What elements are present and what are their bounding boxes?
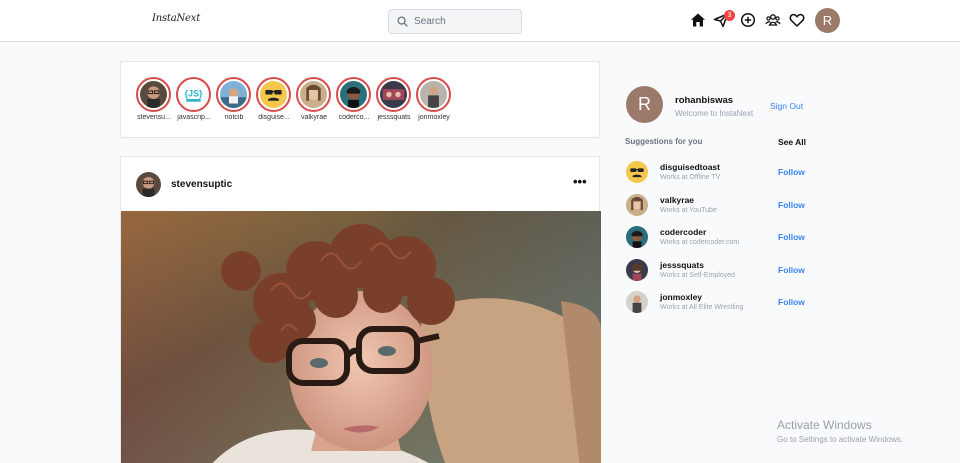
search-icon	[397, 16, 408, 27]
suggestion-username[interactable]: codercoder	[660, 227, 706, 237]
welcome-text: Welcome to InstaNext	[675, 109, 754, 118]
suggestion-workplace: Works at YouTube	[660, 207, 717, 214]
suggestion-username[interactable]: valkyrae	[660, 195, 694, 205]
story-avatar	[420, 81, 447, 108]
suggestion-item: valkyrae Works at YouTube Follow	[626, 194, 806, 218]
activate-windows-title: Activate Windows	[777, 418, 872, 432]
story-item[interactable]: {JS} javascrip...	[176, 77, 214, 121]
story-username: stevensu...	[137, 114, 171, 121]
app-logo[interactable]: InstaNext	[152, 13, 200, 24]
story-username: valkyrae	[300, 114, 328, 121]
plus-circle-icon[interactable]	[740, 12, 756, 28]
user-group-icon[interactable]	[765, 12, 781, 28]
story-avatar	[260, 81, 287, 108]
story-item[interactable]: notcib	[216, 77, 254, 121]
suggestion-item: jesssquats Works at Self-Employed Follow	[626, 259, 806, 283]
story-avatar	[380, 81, 407, 108]
story-avatar: {JS}	[180, 81, 207, 108]
sign-out-button[interactable]: Sign Out	[770, 101, 803, 111]
suggestion-avatar[interactable]	[626, 226, 648, 248]
story-username: jesssquats	[377, 114, 411, 121]
more-options-icon[interactable]: •••	[573, 174, 587, 189]
story-item[interactable]: disguise...	[256, 77, 294, 121]
story-item[interactable]: jonmoxley	[416, 77, 454, 121]
search-box[interactable]	[388, 9, 522, 34]
current-user-avatar[interactable]: R	[626, 86, 663, 123]
story-item[interactable]: coderco...	[336, 77, 374, 121]
profile-avatar[interactable]: R	[815, 8, 840, 33]
story-username: jonmoxley	[418, 114, 450, 121]
suggestion-workplace: Works at Self-Employed	[660, 272, 735, 279]
suggestion-workplace: Works at Offline TV	[660, 174, 721, 181]
activate-windows-subtitle: Go to Settings to activate Windows.	[777, 435, 904, 444]
heart-icon[interactable]	[789, 12, 805, 28]
current-user-username[interactable]: rohanbiswas	[675, 95, 733, 106]
suggestion-avatar[interactable]	[626, 291, 648, 313]
follow-button[interactable]: Follow	[778, 265, 805, 275]
story-item[interactable]: jesssquats	[376, 77, 414, 121]
post-image[interactable]	[121, 211, 601, 463]
follow-button[interactable]: Follow	[778, 200, 805, 210]
story-avatar	[300, 81, 327, 108]
see-all-link[interactable]: See All	[778, 137, 806, 147]
search-input[interactable]	[414, 13, 514, 30]
suggestion-avatar[interactable]	[626, 161, 648, 183]
svg-text:{JS}: {JS}	[184, 88, 203, 98]
story-item[interactable]: stevensu...	[136, 77, 174, 121]
story-username: coderco...	[338, 114, 370, 121]
suggestion-item: codercoder Works at codercoder.com Follo…	[626, 226, 806, 250]
post-author-avatar[interactable]	[136, 172, 161, 197]
feed-post: stevensuptic •••	[120, 156, 601, 463]
story-username: javascrip...	[177, 114, 211, 121]
story-avatar	[220, 81, 247, 108]
story-avatar	[340, 81, 367, 108]
home-icon[interactable]	[690, 12, 706, 28]
suggestion-item: disguisedtoast Works at Offline TV Follo…	[626, 161, 806, 185]
suggestion-workplace: Works at codercoder.com	[660, 239, 740, 246]
suggestion-username[interactable]: jonmoxley	[660, 292, 702, 302]
story-username: notcib	[224, 114, 244, 121]
stories-bar: stevensu... {JS} javascrip... notcib dis…	[120, 61, 600, 138]
suggestion-avatar[interactable]	[626, 194, 648, 216]
suggestion-username[interactable]: jesssquats	[660, 260, 704, 270]
follow-button[interactable]: Follow	[778, 297, 805, 307]
suggestion-username[interactable]: disguisedtoast	[660, 162, 720, 172]
story-username: disguise...	[258, 114, 290, 121]
story-item[interactable]: valkyrae	[296, 77, 334, 121]
messages-badge: 3	[724, 10, 735, 21]
top-nav-bar: InstaNext 3 R	[0, 0, 960, 42]
post-author-username[interactable]: stevensuptic	[171, 179, 232, 190]
follow-button[interactable]: Follow	[778, 232, 805, 242]
story-avatar	[140, 81, 167, 108]
suggestion-item: jonmoxley Works at All Elite Wrestling F…	[626, 291, 806, 315]
follow-button[interactable]: Follow	[778, 167, 805, 177]
suggestion-workplace: Works at All Elite Wrestling	[660, 304, 744, 311]
suggestion-avatar[interactable]	[626, 259, 648, 281]
suggestions-heading: Suggestions for you	[625, 137, 703, 146]
